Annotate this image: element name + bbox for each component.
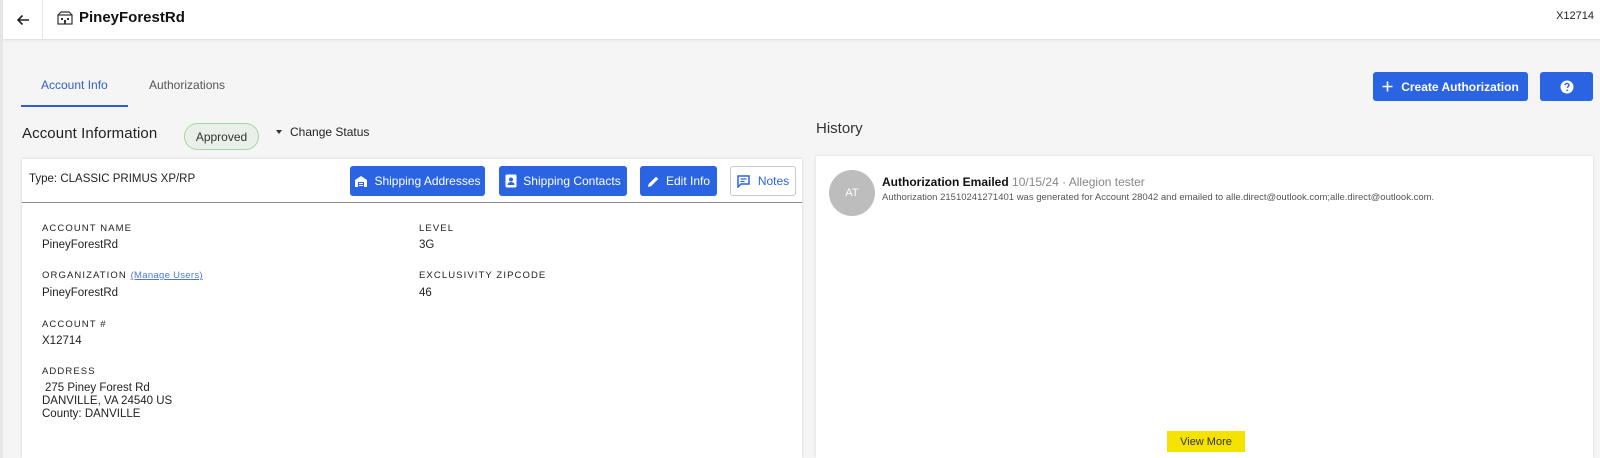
help-icon [1560, 80, 1573, 93]
address-label: ADDRESS [42, 366, 96, 377]
exclusivity-zipcode-value: 46 [419, 287, 432, 299]
organization-label: ORGANIZATION (Manage Users) [42, 270, 203, 281]
account-id-label: X12714 [1556, 10, 1594, 22]
account-information-heading: Account Information [22, 125, 158, 142]
help-button[interactable] [1540, 72, 1593, 101]
arrow-left-icon [16, 14, 29, 26]
shipping-contacts-label: Shipping Contacts [523, 174, 621, 188]
notes-label: Notes [757, 174, 790, 188]
manage-users-link[interactable]: (Manage Users) [131, 270, 203, 281]
change-status-dropdown[interactable]: Change Status [276, 125, 369, 139]
edit-info-label: Edit Info [665, 174, 711, 188]
account-number-label: ACCOUNT # [42, 319, 107, 330]
address-line3: County: DANVILLE [42, 408, 141, 420]
history-heading: History [816, 120, 863, 137]
level-value: 3G [419, 239, 435, 251]
notes-button[interactable]: Notes [730, 166, 796, 196]
plus-icon [1382, 81, 1393, 92]
account-info-card: Type: CLASSIC PRIMUS XP/RP Shipping Addr… [22, 159, 802, 458]
account-number-value: X12714 [42, 335, 82, 347]
account-card-header: Type: CLASSIC PRIMUS XP/RP Shipping Addr… [22, 159, 802, 203]
create-authorization-label: Create Authorization [1401, 79, 1519, 94]
pencil-icon [647, 176, 659, 187]
edit-info-button[interactable]: Edit Info [640, 166, 717, 196]
address-line1: 275 Piney Forest Rd [45, 382, 150, 394]
contact-card-icon [505, 174, 517, 188]
account-name-label: ACCOUNT NAME [42, 223, 133, 234]
avatar: AT [829, 170, 875, 216]
history-entry-description: Authorization 21510241271401 was generat… [882, 192, 1435, 203]
back-button[interactable] [3, 0, 43, 40]
level-label: LEVEL [419, 223, 455, 234]
caret-down-icon [276, 130, 282, 134]
account-type-label: Type: CLASSIC PRIMUS XP/RP [29, 173, 196, 185]
top-bar: PineyForestRd X12714 [3, 0, 1600, 40]
active-tab-indicator [21, 105, 128, 107]
tab-authorizations[interactable]: Authorizations [149, 78, 225, 92]
status-badge: Approved [184, 123, 259, 150]
history-card: AT Authorization Emailed 10/15/24 · Alle… [816, 156, 1593, 458]
organization-value: PineyForestRd [42, 287, 119, 299]
warehouse-icon [355, 175, 368, 187]
change-status-label: Change Status [290, 125, 370, 139]
history-entry-event: Authorization Emailed [882, 175, 1009, 189]
left-edge-divider [0, 0, 3, 458]
shipping-contacts-button[interactable]: Shipping Contacts [499, 166, 627, 196]
view-more-button[interactable]: View More [1167, 431, 1245, 452]
create-authorization-button[interactable]: Create Authorization [1373, 72, 1528, 101]
page-title: PineyForestRd [79, 9, 185, 26]
shipping-addresses-label: Shipping Addresses [374, 174, 481, 188]
history-entry-meta: 10/15/24 · Allegion tester [1012, 175, 1145, 189]
address-line2: DANVILLE, VA 24540 US [42, 395, 173, 407]
exclusivity-zipcode-label: EXCLUSIVITY ZIPCODE [419, 270, 547, 281]
building-icon [57, 11, 73, 25]
organization-label-text: ORGANIZATION [42, 270, 127, 281]
account-name-value: PineyForestRd [42, 239, 119, 251]
shipping-addresses-button[interactable]: Shipping Addresses [350, 166, 485, 196]
history-entry-title: Authorization Emailed 10/15/24 · Allegio… [882, 175, 1145, 189]
note-icon [737, 174, 750, 188]
tab-account-info[interactable]: Account Info [41, 78, 108, 92]
